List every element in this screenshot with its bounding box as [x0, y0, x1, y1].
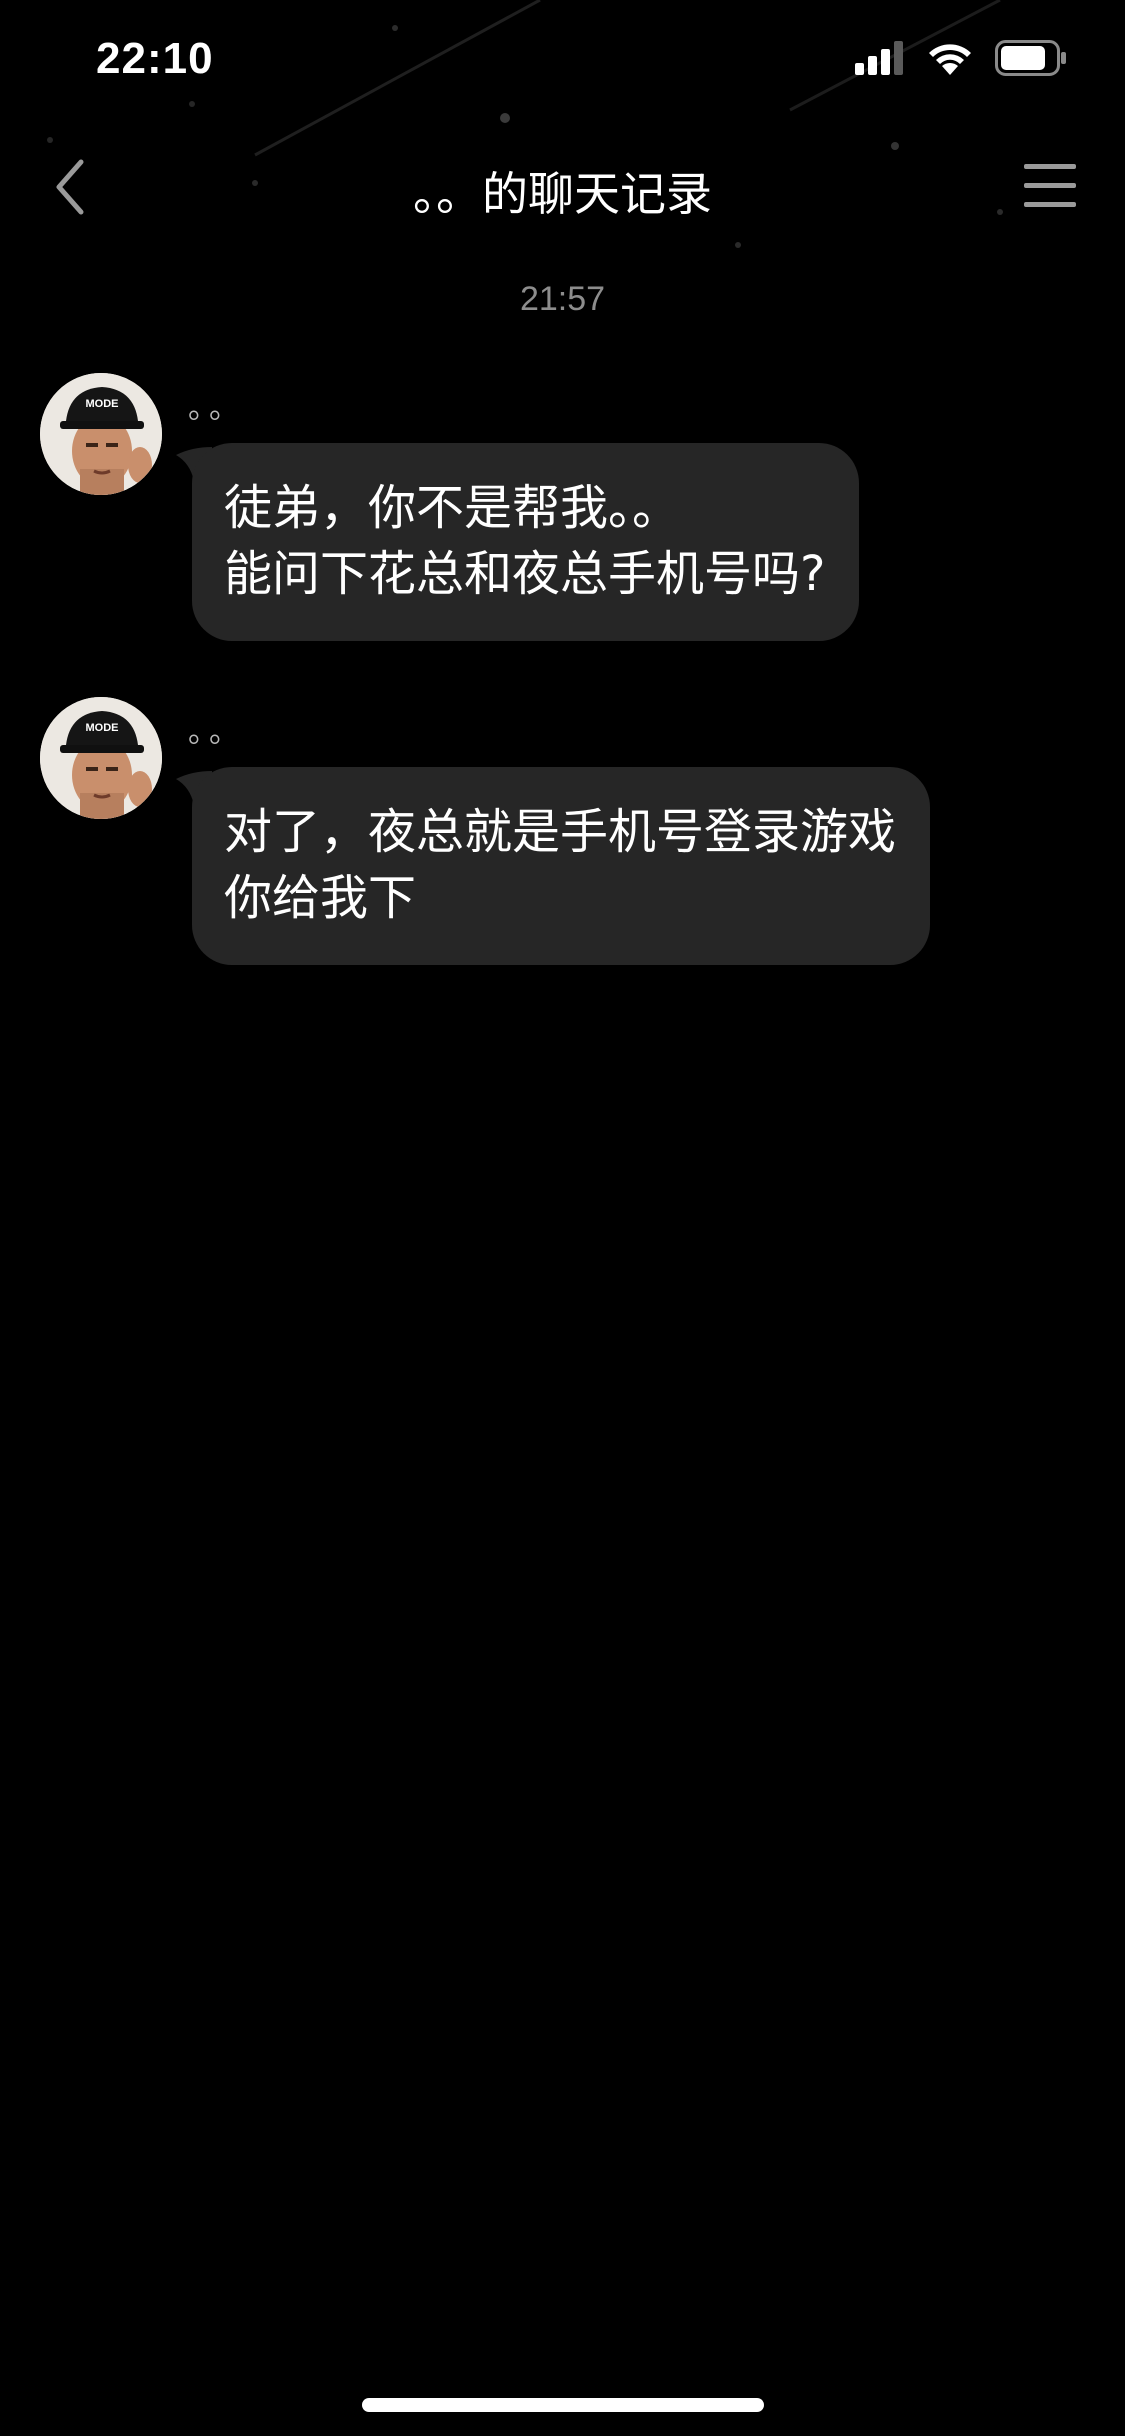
- message-bubble[interactable]: 对了，夜总就是手机号登录游戏 你给我下: [192, 767, 931, 965]
- hamburger-menu-icon: [1024, 164, 1076, 207]
- avatar[interactable]: MODE: [40, 373, 162, 495]
- status-icons: [855, 40, 1067, 76]
- sender-name: 。。: [188, 391, 245, 426]
- avatar[interactable]: MODE: [40, 697, 162, 819]
- page-title: 。。的聊天记录: [413, 167, 712, 221]
- chat-timestamp: 21:57: [519, 280, 606, 318]
- avatar-image: MODE: [40, 697, 162, 819]
- navigation-bar: 。。的聊天记录: [0, 140, 1125, 240]
- status-bar: 22:10: [0, 0, 1125, 130]
- menu-button[interactable]: [1019, 158, 1081, 214]
- wifi-icon: [929, 44, 971, 75]
- cellular-signal-icon: [855, 41, 903, 75]
- message-bubble[interactable]: 徒弟，你不是帮我。。 能问下花总和夜总手机号吗?: [192, 443, 860, 641]
- sender-name: 。。: [188, 715, 245, 750]
- svg-text:MODE: MODE: [86, 722, 119, 734]
- battery-icon: [995, 40, 1066, 76]
- svg-text:MODE: MODE: [86, 398, 119, 410]
- status-time: 22:10: [96, 34, 214, 83]
- home-indicator[interactable]: [362, 2398, 764, 2412]
- avatar-image: MODE: [40, 373, 162, 495]
